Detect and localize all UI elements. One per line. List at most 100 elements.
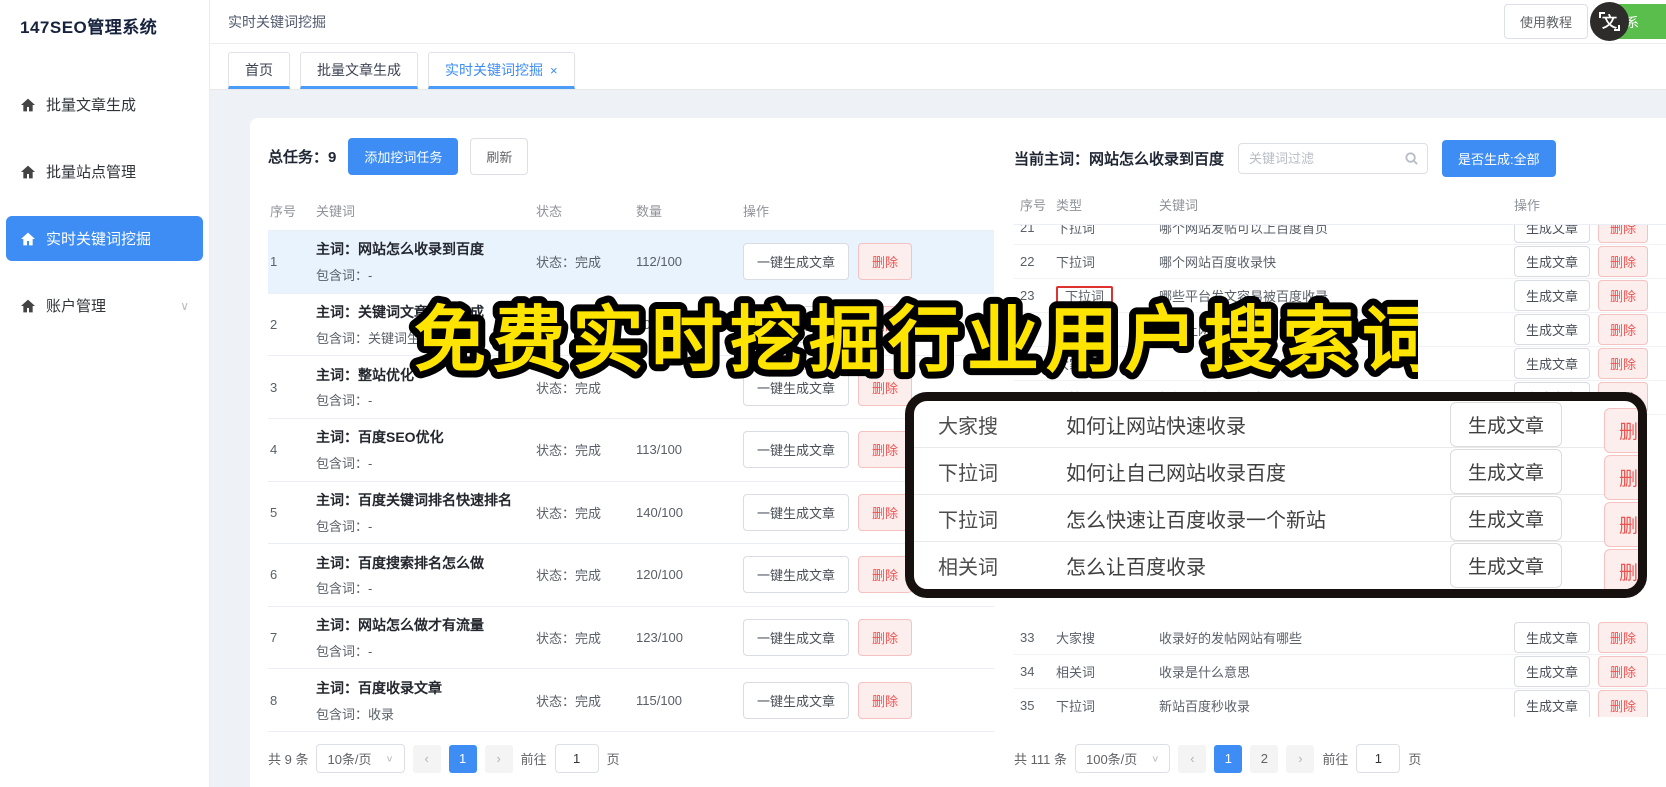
delete-button[interactable]: 删除: [1598, 314, 1649, 345]
generate-article-button[interactable]: 生成文章: [1449, 495, 1562, 541]
delete-button[interactable]: 删除: [1598, 656, 1649, 687]
table-row[interactable]: 35 下拉词 新站百度秒收录 生成文章 删除: [1014, 689, 1666, 717]
generate-article-button[interactable]: 一键生成文章: [743, 305, 850, 343]
table-row[interactable]: 21 下拉词 哪个网站发帖可以上百度首页 生成文章 删除: [1014, 225, 1666, 245]
translate-icon[interactable]: 文: [1590, 2, 1629, 41]
generate-article-button[interactable]: 一键生成文章: [743, 368, 850, 406]
generate-article-button[interactable]: 生成文章: [1449, 543, 1562, 588]
keyword-filter-input[interactable]: [1238, 143, 1429, 174]
generate-article-button[interactable]: 一键生成文章: [743, 431, 850, 469]
delete-button[interactable]: 删除: [1603, 455, 1638, 500]
delete-button[interactable]: 删除: [1598, 225, 1649, 243]
table-row[interactable]: 4 主词：百度SEO优化 包含词：- 状态：完成 113/100 一键生成文章 删除: [268, 419, 994, 482]
keyword-type: 下拉词: [1056, 699, 1096, 714]
delete-button[interactable]: 删除: [858, 619, 913, 657]
generate-article-button[interactable]: 生成文章: [1514, 280, 1591, 311]
generate-article-button[interactable]: 生成文章: [1514, 656, 1591, 687]
table-row[interactable]: 23 下拉词 哪些平台发文容易被百度收录 生成文章 删除: [1014, 279, 1666, 313]
table-row[interactable]: 3 主词：整站优化 包含词：- 状态：完成 一键生成文章 删除: [268, 356, 994, 419]
sidebar-item-batch-site[interactable]: 批量站点管理: [6, 149, 203, 194]
delete-button[interactable]: 删除: [1598, 348, 1649, 379]
generate-all-button[interactable]: 是否生成:全部: [1442, 140, 1556, 177]
keyword-type: 相关词: [938, 557, 998, 579]
table-row[interactable]: 5 主词：百度关键词排名快速排名 包含词：- 状态：完成 140/100 一键生成…: [268, 482, 994, 545]
delete-button[interactable]: 删除: [858, 243, 913, 281]
tab-home[interactable]: 首页: [228, 52, 290, 89]
generate-article-button[interactable]: 一键生成文章: [743, 556, 850, 594]
delete-button[interactable]: 删除: [1603, 408, 1638, 453]
page-number-2[interactable]: 2: [1250, 744, 1279, 773]
table-row[interactable]: 33 大家搜 收录好的发帖网站有哪些 生成文章 删除: [1014, 621, 1666, 655]
sidebar-item-batch-article[interactable]: 批量文章生成: [6, 82, 203, 127]
row-index: 25: [1020, 356, 1035, 371]
goto-page-input[interactable]: [1356, 744, 1401, 773]
delete-button[interactable]: 删除: [1598, 280, 1649, 311]
col-index: 序号: [270, 204, 297, 219]
page-number-1[interactable]: 1: [1214, 744, 1243, 773]
generate-article-button[interactable]: 生成文章: [1514, 622, 1591, 653]
refresh-button[interactable]: 刷新: [470, 138, 529, 175]
generate-article-button[interactable]: 生成文章: [1514, 225, 1591, 243]
delete-button[interactable]: 删除: [1598, 690, 1649, 717]
generate-article-button[interactable]: 一键生成文章: [743, 493, 850, 531]
next-page-button[interactable]: ›: [1286, 744, 1315, 773]
generate-article-button[interactable]: 一键生成文章: [743, 681, 850, 719]
table-row[interactable]: 22 下拉词 哪个网站百度收录快 生成文章 删除: [1014, 245, 1666, 279]
table-row[interactable]: 8 主词：百度收录文章 包含词：收录 状态：完成 115/100 一键生成文章 删除: [268, 669, 994, 732]
delete-button[interactable]: 删除: [1603, 549, 1638, 589]
page-number-1[interactable]: 1: [448, 744, 477, 773]
goto-label: 前往: [1322, 752, 1349, 767]
generate-article-button[interactable]: 生成文章: [1449, 401, 1562, 447]
task-title: 主词：整站优化: [316, 366, 414, 383]
sidebar-item-label: 实时关键词挖掘: [46, 231, 152, 248]
tutorial-button[interactable]: 使用教程: [1503, 4, 1588, 39]
task-subwords: 包含词：关键词生成: [316, 330, 434, 346]
tab-keyword-mining[interactable]: 实时关键词挖掘 ×: [428, 52, 575, 89]
row-index: 35: [1020, 698, 1035, 713]
row-index: 3: [270, 379, 278, 395]
table-row[interactable]: 1 主词：网站怎么收录到百度 包含词：- 状态：完成 112/100 一键生成文章…: [268, 231, 994, 294]
delete-button[interactable]: 删除: [1603, 502, 1638, 547]
sidebar-item-account[interactable]: 账户管理 ∨: [6, 283, 203, 328]
prev-page-button[interactable]: ‹: [412, 744, 441, 773]
inset-row: 相关词 怎么让百度收录 生成文章 删除: [914, 542, 1638, 589]
chevron-down-icon: ∨: [385, 754, 394, 764]
delete-button[interactable]: 删除: [858, 431, 913, 469]
table-row[interactable]: 7 主词：网站怎么做才有流量 包含词：- 状态：完成 123/100 一键生成文章…: [268, 607, 994, 670]
table-row[interactable]: 24 下拉词 如何让网站百度收录 生成文章 删除: [1014, 313, 1666, 347]
tab-batch-article[interactable]: 批量文章生成: [300, 52, 418, 89]
task-title: 主词：百度收录文章: [316, 679, 442, 696]
delete-button[interactable]: 删除: [858, 305, 913, 343]
generate-article-button[interactable]: 一键生成文章: [743, 243, 850, 281]
per-page-select[interactable]: 100条/页 ∨: [1074, 744, 1171, 773]
generate-article-button[interactable]: 生成文章: [1514, 348, 1591, 379]
generate-article-button[interactable]: 生成文章: [1449, 448, 1562, 494]
table-row[interactable]: 34 相关词 收录是什么意思 生成文章 删除: [1014, 655, 1666, 689]
delete-button[interactable]: 删除: [1598, 246, 1649, 277]
row-index: 34: [1020, 664, 1035, 679]
tasks-pagination: 共 9 条 10条/页 ∨ ‹ 1 › 前往 页: [268, 732, 994, 773]
table-row[interactable]: 6 主词：百度搜索排名怎么做 包含词：- 状态：完成 120/100 一键生成文章…: [268, 544, 994, 607]
delete-button[interactable]: 删除: [858, 493, 913, 531]
generate-article-button[interactable]: 生成文章: [1514, 314, 1591, 345]
delete-button[interactable]: 删除: [1598, 622, 1649, 653]
close-icon[interactable]: ×: [550, 63, 558, 78]
row-index: 4: [270, 442, 278, 458]
generate-article-button[interactable]: 一键生成文章: [743, 619, 850, 657]
delete-button[interactable]: 删除: [858, 681, 913, 719]
delete-button[interactable]: 删除: [858, 556, 913, 594]
table-row[interactable]: 25 大家搜 生成文章 删除: [1014, 347, 1666, 381]
per-page-select[interactable]: 10条/页 ∨: [316, 744, 405, 773]
add-task-button[interactable]: 添加挖词任务: [348, 138, 459, 175]
prev-page-button[interactable]: ‹: [1178, 744, 1207, 773]
task-subwords: 包含词：-: [316, 393, 373, 409]
generate-article-button[interactable]: 生成文章: [1514, 246, 1591, 277]
next-page-button[interactable]: ›: [484, 744, 513, 773]
delete-button[interactable]: 删除: [858, 368, 913, 406]
task-status: 状态：完成: [536, 505, 602, 521]
keyword-type-highlighted: 下拉词: [1056, 286, 1114, 307]
sidebar-item-keyword-mining[interactable]: 实时关键词挖掘: [6, 216, 203, 261]
goto-page-input[interactable]: [554, 744, 599, 773]
generate-article-button[interactable]: 生成文章: [1514, 690, 1591, 717]
table-row[interactable]: 2 主词：关键词文章自动生成 包含词：关键词生成 状态：完成 100/100 一键…: [268, 294, 994, 357]
